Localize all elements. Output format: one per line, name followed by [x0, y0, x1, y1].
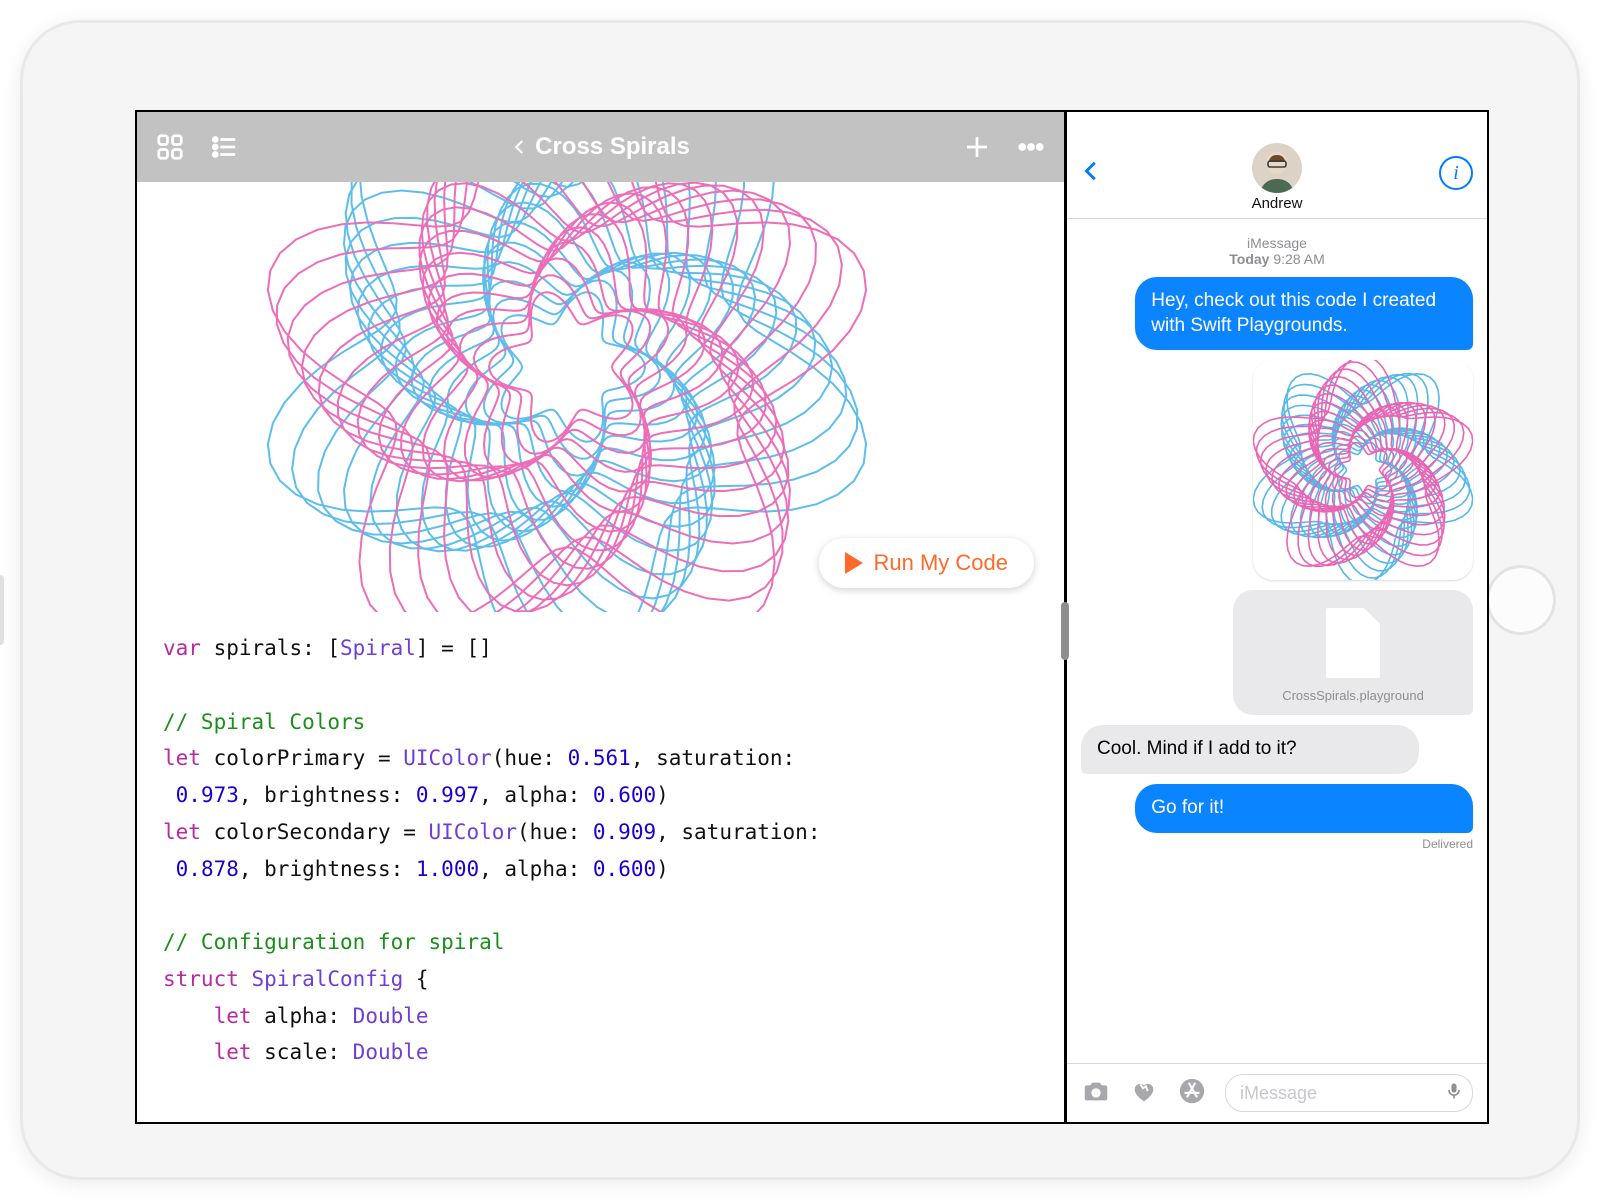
document-icon: [1326, 608, 1380, 678]
message-thread[interactable]: iMessage Today 9:28 AM Hey, check out th…: [1067, 219, 1487, 1063]
file-attachment[interactable]: CrossSpirals.playground: [1233, 590, 1473, 715]
code-line[interactable]: // Spiral Colors: [163, 704, 1038, 741]
stamp-day: Today: [1229, 251, 1269, 267]
grid-icon[interactable]: [155, 132, 185, 162]
playground-live-view: Run My Code: [137, 182, 1064, 612]
run-code-button[interactable]: Run My Code: [819, 538, 1034, 588]
digital-touch-icon[interactable]: [1129, 1076, 1159, 1111]
code-line[interactable]: [163, 667, 1038, 704]
playground-nav-bar: Cross Spirals: [137, 112, 1064, 182]
home-button[interactable]: [1486, 565, 1556, 635]
playgrounds-app: Cross Spirals: [137, 112, 1064, 1122]
code-line[interactable]: // Configuration for spiral: [163, 924, 1038, 961]
play-icon: [845, 552, 863, 574]
code-line[interactable]: 0.973, brightness: 0.997, alpha: 0.600): [163, 777, 1038, 814]
thread-timestamp: iMessage Today 9:28 AM: [1081, 235, 1473, 267]
message-input[interactable]: iMessage: [1225, 1074, 1473, 1112]
code-line[interactable]: let colorPrimary = UIColor(hue: 0.561, s…: [163, 740, 1038, 777]
playground-title-area[interactable]: Cross Spirals: [257, 133, 944, 161]
code-line[interactable]: let alpha: Double: [163, 998, 1038, 1035]
code-line[interactable]: struct SpiralConfig {: [163, 961, 1038, 998]
image-attachment[interactable]: [1253, 360, 1473, 580]
playground-title: Cross Spirals: [535, 133, 690, 161]
ipad-device-frame: Cross Spirals: [0, 0, 1600, 1200]
message-bubble[interactable]: Cool. Mind if I add to it?: [1081, 725, 1419, 774]
code-line[interactable]: let scale: Double: [163, 1034, 1038, 1071]
contact-name: Andrew: [1252, 195, 1303, 212]
messages-app: i Andrew iMessage Today 9:28 AM Hey, che…: [1067, 112, 1487, 1122]
code-line[interactable]: var spirals: [Spiral] = []: [163, 630, 1038, 667]
device-bezel: Cross Spirals: [20, 20, 1580, 1180]
camera-icon[interactable]: [1081, 1076, 1111, 1111]
contact-info-button[interactable]: i: [1439, 156, 1473, 190]
code-line[interactable]: 0.878, brightness: 1.000, alpha: 0.600): [163, 851, 1038, 888]
delivered-status: Delivered: [1081, 837, 1473, 851]
screen: Cross Spirals: [135, 110, 1489, 1124]
scroll-indicator[interactable]: [1061, 602, 1069, 660]
compose-bar: iMessage: [1067, 1063, 1487, 1122]
message-bubble[interactable]: Go for it!: [1135, 784, 1473, 833]
chevron-left-icon: [511, 138, 529, 156]
app-store-icon[interactable]: [1177, 1076, 1207, 1111]
service-label: iMessage: [1247, 235, 1307, 251]
contact-avatar[interactable]: [1252, 143, 1302, 193]
split-view: Cross Spirals: [137, 112, 1487, 1122]
run-code-label: Run My Code: [873, 550, 1008, 576]
messages-nav-bar: i Andrew: [1067, 112, 1487, 219]
attachment-filename: CrossSpirals.playground: [1243, 688, 1463, 703]
code-line[interactable]: [163, 887, 1038, 924]
add-icon[interactable]: [962, 132, 992, 162]
volume-button: [0, 575, 4, 645]
code-line[interactable]: let colorSecondary = UIColor(hue: 0.909,…: [163, 814, 1038, 851]
more-icon[interactable]: [1016, 132, 1046, 162]
message-placeholder: iMessage: [1240, 1083, 1317, 1104]
code-editor[interactable]: var spirals: [Spiral] = [] // Spiral Col…: [137, 612, 1064, 1122]
microphone-icon[interactable]: [1444, 1081, 1464, 1106]
list-icon[interactable]: [209, 132, 239, 162]
messages-back-button[interactable]: [1081, 160, 1103, 187]
message-bubble[interactable]: Hey, check out this code I created with …: [1135, 277, 1473, 350]
stamp-time: 9:28 AM: [1273, 251, 1324, 267]
